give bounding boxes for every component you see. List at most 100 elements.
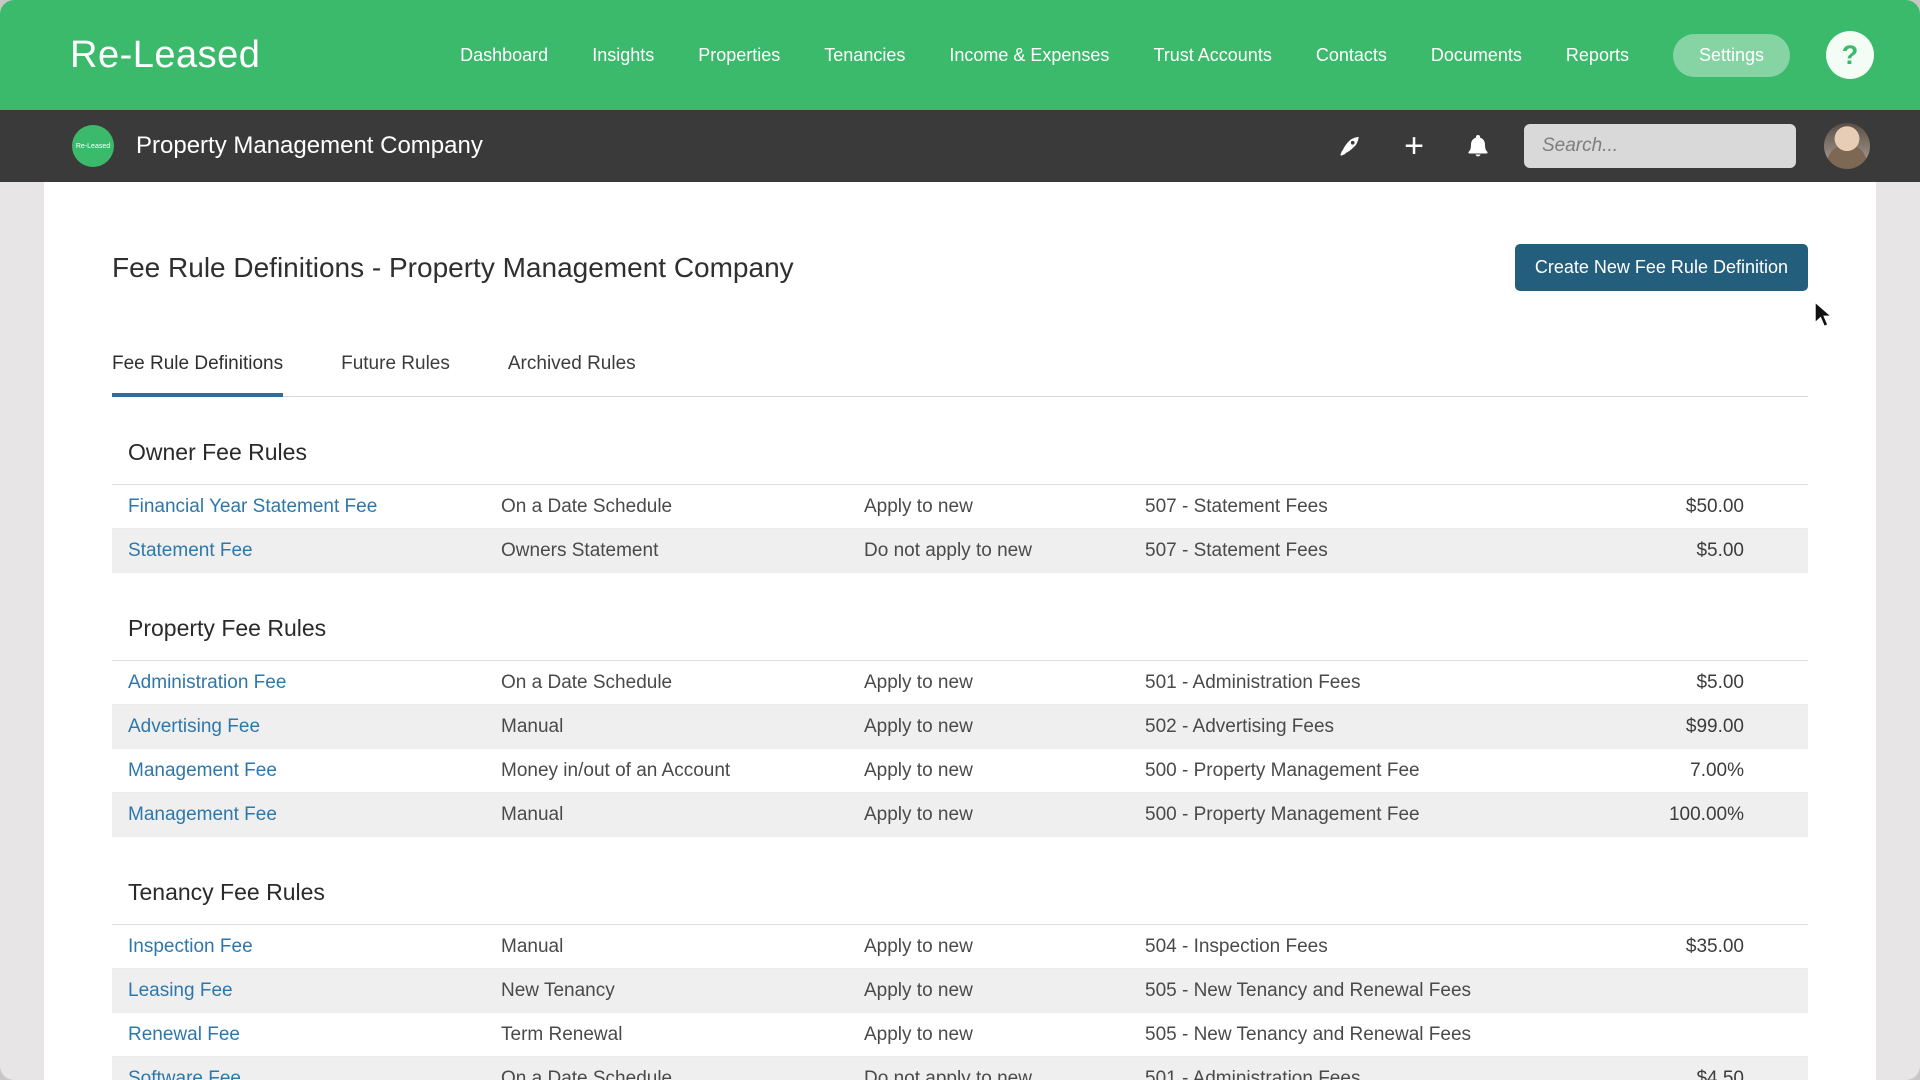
fee-rule-name-cell: Management Fee: [112, 760, 501, 782]
fee-rule-account: 501 - Administration Fees: [1145, 671, 1361, 693]
section-title: Tenancy Fee Rules: [128, 879, 325, 905]
company-bar: Re-Leased Property Management Company +: [0, 110, 1920, 182]
fee-section-tenancy-fee-rules: Tenancy Fee Rules Inspection Fee Manual App…: [112, 879, 1808, 1080]
fee-rule-apply-mode: Apply to new: [864, 803, 973, 825]
fee-rule-account: 505 - New Tenancy and Renewal Fees: [1145, 1023, 1472, 1045]
nav-item-trust-accounts[interactable]: Trust Accounts: [1153, 45, 1271, 66]
fee-rule-apply-mode: Apply to new: [864, 715, 973, 737]
fee-rule-link[interactable]: Statement Fee: [128, 540, 253, 561]
fee-rule-amount: 7.00%: [1690, 759, 1744, 781]
tab-fee-rule-definitions[interactable]: Fee Rule Definitions: [112, 353, 284, 397]
nav-item-properties[interactable]: Properties: [698, 45, 780, 66]
fee-rule-schedule-type: Manual: [501, 715, 564, 737]
nav-item-insights[interactable]: Insights: [592, 45, 654, 66]
section-title: Property Fee Rules: [128, 615, 327, 641]
fee-rule-account: 500 - Property Management Fee: [1145, 759, 1420, 781]
fee-rule-account: 505 - New Tenancy and Renewal Fees: [1145, 979, 1472, 1001]
fee-rule-apply-mode: Do not apply to new: [864, 1067, 1032, 1080]
nav-item-dashboard[interactable]: Dashboard: [460, 45, 548, 66]
fee-rule-name-cell: Statement Fee: [112, 540, 501, 562]
fee-rule-row: Financial Year Statement Fee On a Date Sc…: [112, 485, 1808, 529]
fee-rule-link[interactable]: Advertising Fee: [128, 716, 260, 737]
fee-rule-apply-mode: Apply to new: [864, 671, 973, 693]
tab-future-rules[interactable]: Future Rules: [341, 353, 450, 397]
top-nav: Re-Leased Dashboard Insights Properties Ten…: [0, 0, 1920, 110]
fee-rule-link[interactable]: Renewal Fee: [128, 1024, 240, 1045]
main-content: Fee Rule Definitions - Property Manageme…: [44, 182, 1876, 1080]
fee-rule-account: 501 - Administration Fees: [1145, 1067, 1361, 1080]
fee-rule-link[interactable]: Leasing Fee: [128, 980, 233, 1001]
fee-rule-name-cell: Administration Fee: [112, 672, 501, 694]
fee-rule-table: Administration Fee On a Date Schedule Appl…: [112, 660, 1808, 837]
fee-rule-row: Leasing Fee New Tenancy Apply to new 505 - …: [112, 969, 1808, 1013]
nav-item-tenancies[interactable]: Tenancies: [824, 45, 905, 66]
user-avatar[interactable]: [1824, 123, 1870, 169]
fee-rule-row: Administration Fee On a Date Schedule Appl…: [112, 661, 1808, 705]
fee-rule-amount: $99.00: [1685, 715, 1744, 737]
fee-rule-account: 502 - Advertising Fees: [1145, 715, 1335, 737]
fee-rule-row: Inspection Fee Manual Apply to new 504 - In…: [112, 925, 1808, 969]
fee-rule-link[interactable]: Management Fee: [128, 760, 277, 781]
fee-rule-schedule-type: Owners Statement: [501, 539, 659, 561]
main-nav: Dashboard Insights Properties Tenancies Inco…: [460, 33, 1790, 77]
fee-rule-account: 500 - Property Management Fee: [1145, 803, 1420, 825]
add-icon[interactable]: +: [1396, 128, 1432, 164]
fee-rule-account: 504 - Inspection Fees: [1145, 935, 1328, 957]
fee-rule-schedule-type: Manual: [501, 803, 564, 825]
search-input[interactable]: [1524, 124, 1796, 168]
fee-section-owner-fee-rules: Owner Fee Rules Financial Year Statement …: [112, 439, 1808, 573]
section-title: Owner Fee Rules: [128, 439, 307, 465]
fee-rule-link[interactable]: Administration Fee: [128, 672, 286, 693]
fee-rule-schedule-type: On a Date Schedule: [501, 1067, 673, 1080]
brand-logo[interactable]: Re-Leased: [70, 34, 260, 77]
rocket-icon[interactable]: [1332, 128, 1368, 164]
nav-item-income-expenses[interactable]: Income & Expenses: [949, 45, 1109, 66]
fee-rule-table: Inspection Fee Manual Apply to new 504 - In…: [112, 924, 1808, 1080]
fee-rule-amount: $4.50: [1696, 1067, 1744, 1080]
tabs: Fee Rule Definitions Future Rules Archived…: [112, 353, 1808, 397]
fee-rule-name-cell: Management Fee: [112, 804, 501, 826]
fee-rule-link[interactable]: Management Fee: [128, 804, 277, 825]
nav-item-contacts[interactable]: Contacts: [1316, 45, 1387, 66]
fee-rule-name-cell: Renewal Fee: [112, 1024, 501, 1046]
nav-item-reports[interactable]: Reports: [1566, 45, 1629, 66]
fee-rule-amount: $35.00: [1685, 935, 1744, 957]
tab-archived-rules[interactable]: Archived Rules: [508, 353, 636, 397]
fee-rule-link[interactable]: Inspection Fee: [128, 936, 253, 957]
plus-glyph: +: [1404, 127, 1424, 165]
nav-item-documents[interactable]: Documents: [1431, 45, 1522, 66]
fee-sections: Owner Fee Rules Financial Year Statement …: [112, 439, 1808, 1080]
fee-rule-amount: $5.00: [1696, 671, 1744, 693]
fee-rule-schedule-type: Manual: [501, 935, 564, 957]
fee-rule-apply-mode: Apply to new: [864, 979, 973, 1001]
fee-section-property-fee-rules: Property Fee Rules Administration Fee On a…: [112, 615, 1808, 837]
fee-rule-apply-mode: Apply to new: [864, 759, 973, 781]
fee-rule-account: 507 - Statement Fees: [1145, 539, 1328, 561]
fee-rule-row: Renewal Fee Term Renewal Apply to new 505 -…: [112, 1013, 1808, 1057]
nav-item-settings[interactable]: Settings: [1672, 33, 1790, 77]
fee-rule-link[interactable]: Financial Year Statement Fee: [128, 496, 377, 517]
fee-rule-row: Advertising Fee Manual Apply to new 502 - A…: [112, 705, 1808, 749]
fee-rule-amount: $50.00: [1685, 495, 1744, 517]
notifications-bell-icon[interactable]: [1460, 128, 1496, 164]
fee-rule-amount: 100.00%: [1668, 803, 1744, 825]
company-name[interactable]: Property Management Company: [136, 132, 483, 160]
fee-rule-row: Management Fee Manual Apply to new 500 - Pr…: [112, 793, 1808, 837]
fee-rule-name-cell: Leasing Fee: [112, 980, 501, 1002]
fee-rule-row: Software Fee On a Date Schedule Do not app…: [112, 1057, 1808, 1080]
fee-rule-schedule-type: On a Date Schedule: [501, 671, 673, 693]
app-window: Re-Leased Dashboard Insights Properties Ten…: [0, 0, 1920, 1080]
fee-rule-account: 507 - Statement Fees: [1145, 495, 1328, 517]
page-title: Fee Rule Definitions - Property Manageme…: [112, 251, 794, 283]
fee-rule-schedule-type: Money in/out of an Account: [501, 759, 731, 781]
question-mark-icon: ?: [1841, 39, 1859, 70]
fee-rule-name-cell: Software Fee: [112, 1068, 501, 1080]
help-button[interactable]: ?: [1826, 31, 1874, 79]
fee-rule-schedule-type: Term Renewal: [501, 1023, 623, 1045]
fee-rule-row: Management Fee Money in/out of an Account…: [112, 749, 1808, 793]
fee-rule-amount: $5.00: [1696, 539, 1744, 561]
fee-rule-apply-mode: Apply to new: [864, 935, 973, 957]
fee-rule-link[interactable]: Software Fee: [128, 1068, 241, 1080]
fee-rule-schedule-type: New Tenancy: [501, 979, 615, 1001]
create-fee-rule-button[interactable]: Create New Fee Rule Definition: [1514, 244, 1808, 291]
